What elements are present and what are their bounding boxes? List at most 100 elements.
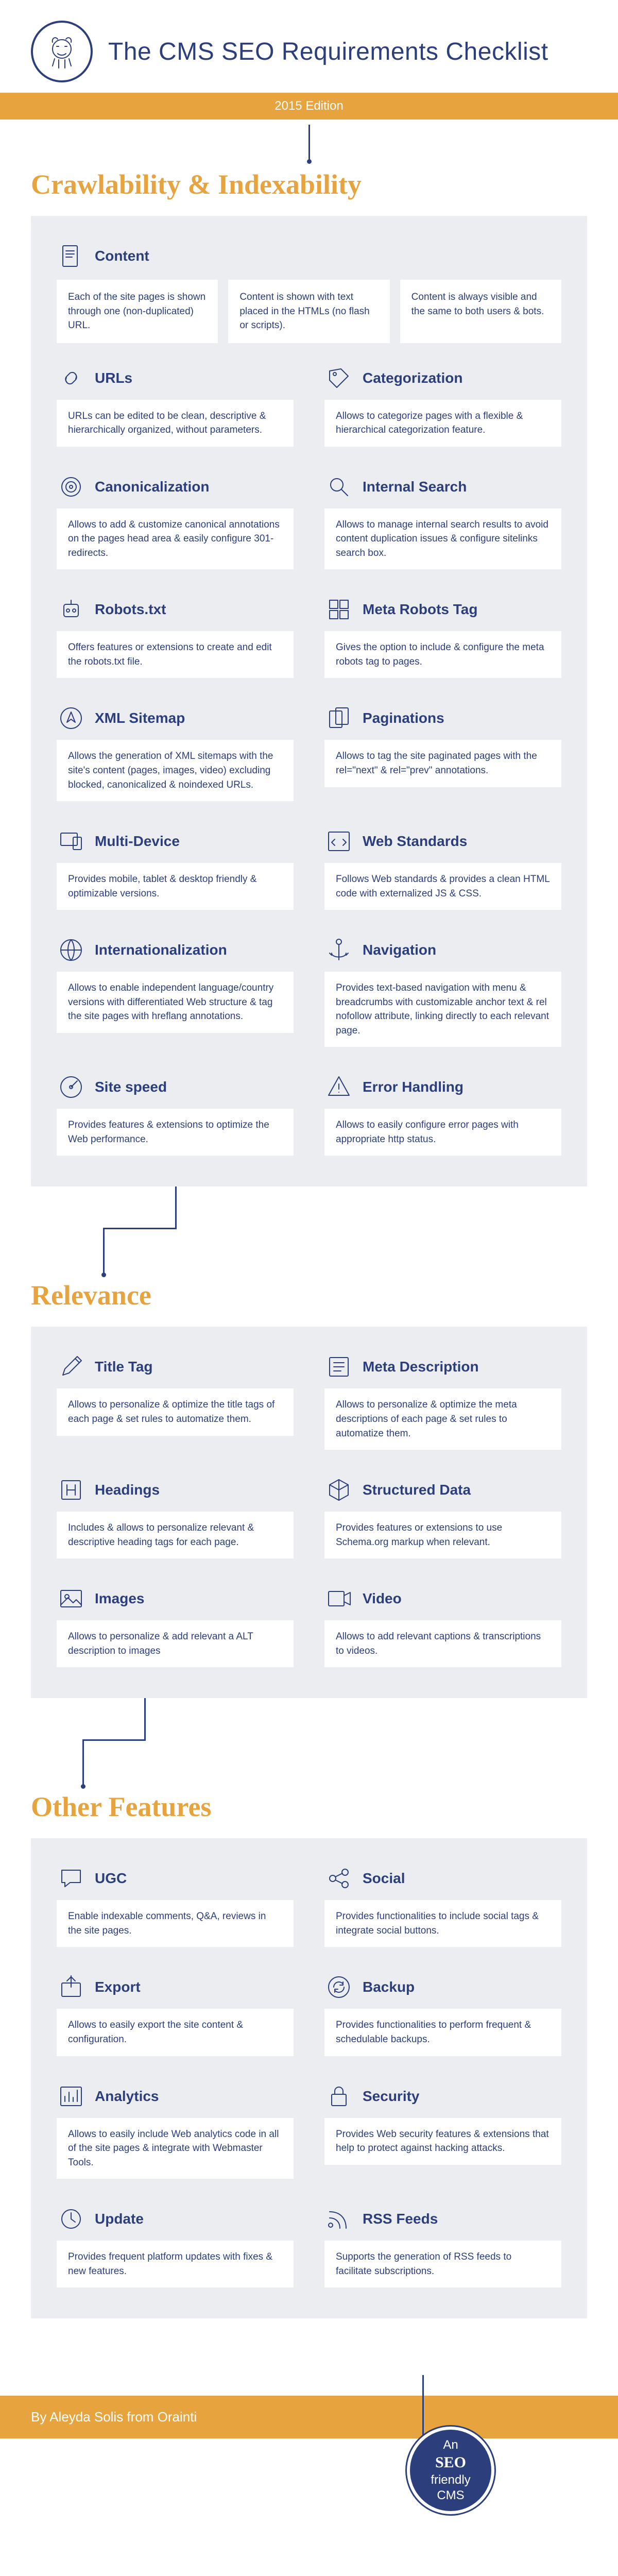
badge-text: An	[443, 2437, 458, 2453]
edition-bar: 2015 Edition	[0, 93, 618, 120]
feature-multi-device: Multi-DeviceProvides mobile, tablet & de…	[57, 827, 294, 910]
feature-title: Images	[95, 1590, 145, 1607]
feature-desc: Offers features or extensions to create …	[57, 631, 294, 678]
feature-desc: Provides features & extensions to optimi…	[57, 1109, 294, 1156]
feature-desc: Allows to manage internal search results…	[324, 509, 561, 570]
feature-analytics: Analytics Allows to easily include Web an…	[57, 2082, 294, 2179]
feature-desc: Enable indexable comments, Q&A, reviews …	[57, 1900, 294, 1947]
robots-txt-icon	[57, 595, 85, 624]
paginations-icon	[324, 704, 353, 733]
feature-title: Categorization	[363, 370, 462, 386]
feature-structured-data: Structured DataProvides features or exte…	[324, 1476, 561, 1558]
feature-title-tag: Title TagAllows to personalize & optimiz…	[57, 1352, 294, 1450]
error-handling-icon	[324, 1073, 353, 1101]
feature-desc: Allows to enable independent language/co…	[57, 972, 294, 1033]
feature-title: Meta Robots Tag	[363, 601, 477, 618]
feature-meta-description: Meta DescriptionAllows to personalize & …	[324, 1352, 561, 1450]
feature-title: Web Standards	[363, 833, 467, 850]
update-icon	[57, 2205, 85, 2233]
feature-title: URLs	[95, 370, 132, 386]
analytics-icon	[57, 2082, 85, 2111]
feature-title: Update	[95, 2211, 144, 2227]
feature-title: Navigation	[363, 942, 436, 958]
feature-desc: Includes & allows to personalize relevan…	[57, 1512, 294, 1558]
feature-title: Export	[95, 1979, 141, 1995]
internationalization-icon	[57, 936, 85, 964]
feature-export: ExportAllows to easily export the site c…	[57, 1973, 294, 2056]
byline: By Aleyda Solis from Orainti	[0, 2396, 618, 2438]
feature-error-handling: Error Handling Allows to easily configure…	[324, 1073, 561, 1156]
title-tag-icon	[57, 1352, 85, 1381]
feature-site-speed: Site speed Provides features & extensions…	[57, 1073, 294, 1156]
feature-title: Error Handling	[363, 1079, 464, 1095]
feature-desc: Allows to add & customize canonical anno…	[57, 509, 294, 570]
feature-security: SecurityProvides Web security features &…	[324, 2082, 561, 2179]
feature-desc: Allows to personalize & optimize the met…	[324, 1388, 561, 1450]
feature-desc: Provides features or extensions to use S…	[324, 1512, 561, 1558]
feature-title: Internal Search	[363, 479, 467, 495]
feature-headings: Headings Includes & allows to personalize…	[57, 1476, 294, 1558]
internal-search-icon	[324, 472, 353, 501]
feature-urls: URLsURLs can be edited to be clean, desc…	[57, 364, 294, 447]
meta-robots-tag-icon	[324, 595, 353, 624]
seo-badge: An SEO friendly CMS	[407, 2427, 494, 2514]
images-icon	[57, 1584, 85, 1613]
ugc-icon	[57, 1864, 85, 1893]
feature-title: Video	[363, 1590, 402, 1607]
feature-meta-robots-tag: Meta Robots TagGives the option to inclu…	[324, 595, 561, 678]
feature-internationalization: InternationalizationAllows to enable ind…	[57, 936, 294, 1047]
feature-desc: Allows to personalize & optimize the tit…	[57, 1388, 294, 1435]
feature-title: Paginations	[363, 710, 444, 726]
feature-desc: Provides functionalities to perform freq…	[324, 2009, 561, 2056]
feature-title: Multi-Device	[95, 833, 180, 850]
feature-categorization: Categorization Allows to categorize pages…	[324, 364, 561, 447]
social-icon	[324, 1864, 353, 1893]
feature-paginations: Paginations Allows to tag the site pagina…	[324, 704, 561, 801]
feature-desc: Allows to tag the site paginated pages w…	[324, 740, 561, 787]
feature-web-standards: Web StandardsFollows Web standards & pro…	[324, 827, 561, 910]
navigation-icon	[324, 936, 353, 964]
section-heading-crawlability: Crawlability & Indexability	[0, 163, 618, 216]
feature-desc: Provides frequent platform updates with …	[57, 2241, 294, 2287]
feature-title: Backup	[363, 1979, 415, 1995]
connector	[31, 1698, 587, 1786]
content-cell: Content is shown with text placed in the…	[228, 280, 389, 343]
feature-navigation: NavigationProvides text-based navigation…	[324, 936, 561, 1047]
structured-data-icon	[324, 1476, 353, 1504]
logo-icon	[31, 21, 93, 82]
urls-icon	[57, 364, 85, 393]
rss-feeds-icon	[324, 2205, 353, 2233]
connector	[31, 1187, 587, 1274]
feature-title: XML Sitemap	[95, 710, 185, 726]
site-speed-icon	[57, 1073, 85, 1101]
feature-title: Headings	[95, 1482, 160, 1498]
feature-desc: Allows to easily configure error pages w…	[324, 1109, 561, 1156]
feature-title: Analytics	[95, 2088, 159, 2105]
feature-desc: Allows to categorize pages with a flexib…	[324, 400, 561, 447]
feature-ugc: UGC Enable indexable comments, Q&A, revie…	[57, 1864, 294, 1947]
feature-title: Social	[363, 1870, 405, 1887]
feature-xml-sitemap: XML SitemapAllows the generation of XML …	[57, 704, 294, 801]
feature-internal-search: Internal Search Allows to manage internal…	[324, 472, 561, 570]
feature-title: Site speed	[95, 1079, 167, 1095]
backup-icon	[324, 1973, 353, 2002]
feature-backup: Backup Provides functionalities to perfor…	[324, 1973, 561, 2056]
grid-relevance: Title TagAllows to personalize & optimiz…	[57, 1352, 561, 1667]
feature-desc: Allows to add relevant captions & transc…	[324, 1620, 561, 1667]
feature-desc: Allows to easily include Web analytics c…	[57, 2118, 294, 2179]
section-heading-other: Other Features	[0, 1786, 618, 1838]
panel-crawlability: Content Each of the site pages is shown …	[31, 216, 587, 1187]
panel-relevance: Title TagAllows to personalize & optimiz…	[31, 1327, 587, 1698]
feature-title: UGC	[95, 1870, 127, 1887]
feature-images: Images Allows to personalize & add releva…	[57, 1584, 294, 1667]
block-content: Content Each of the site pages is shown …	[57, 242, 561, 343]
feature-desc: Allows to personalize & add relevant a A…	[57, 1620, 294, 1667]
feature-rss-feeds: RSS FeedsSupports the generation of RSS …	[324, 2205, 561, 2287]
xml-sitemap-icon	[57, 704, 85, 733]
block-title: Content	[95, 248, 149, 264]
doc-icon	[57, 242, 85, 270]
feature-robots-txt: Robots.txtOffers features or extensions …	[57, 595, 294, 678]
badge-text: friendly	[431, 2472, 470, 2488]
feature-video: Video Allows to add relevant captions & t…	[324, 1584, 561, 1667]
content-cell: Each of the site pages is shown through …	[57, 280, 218, 343]
